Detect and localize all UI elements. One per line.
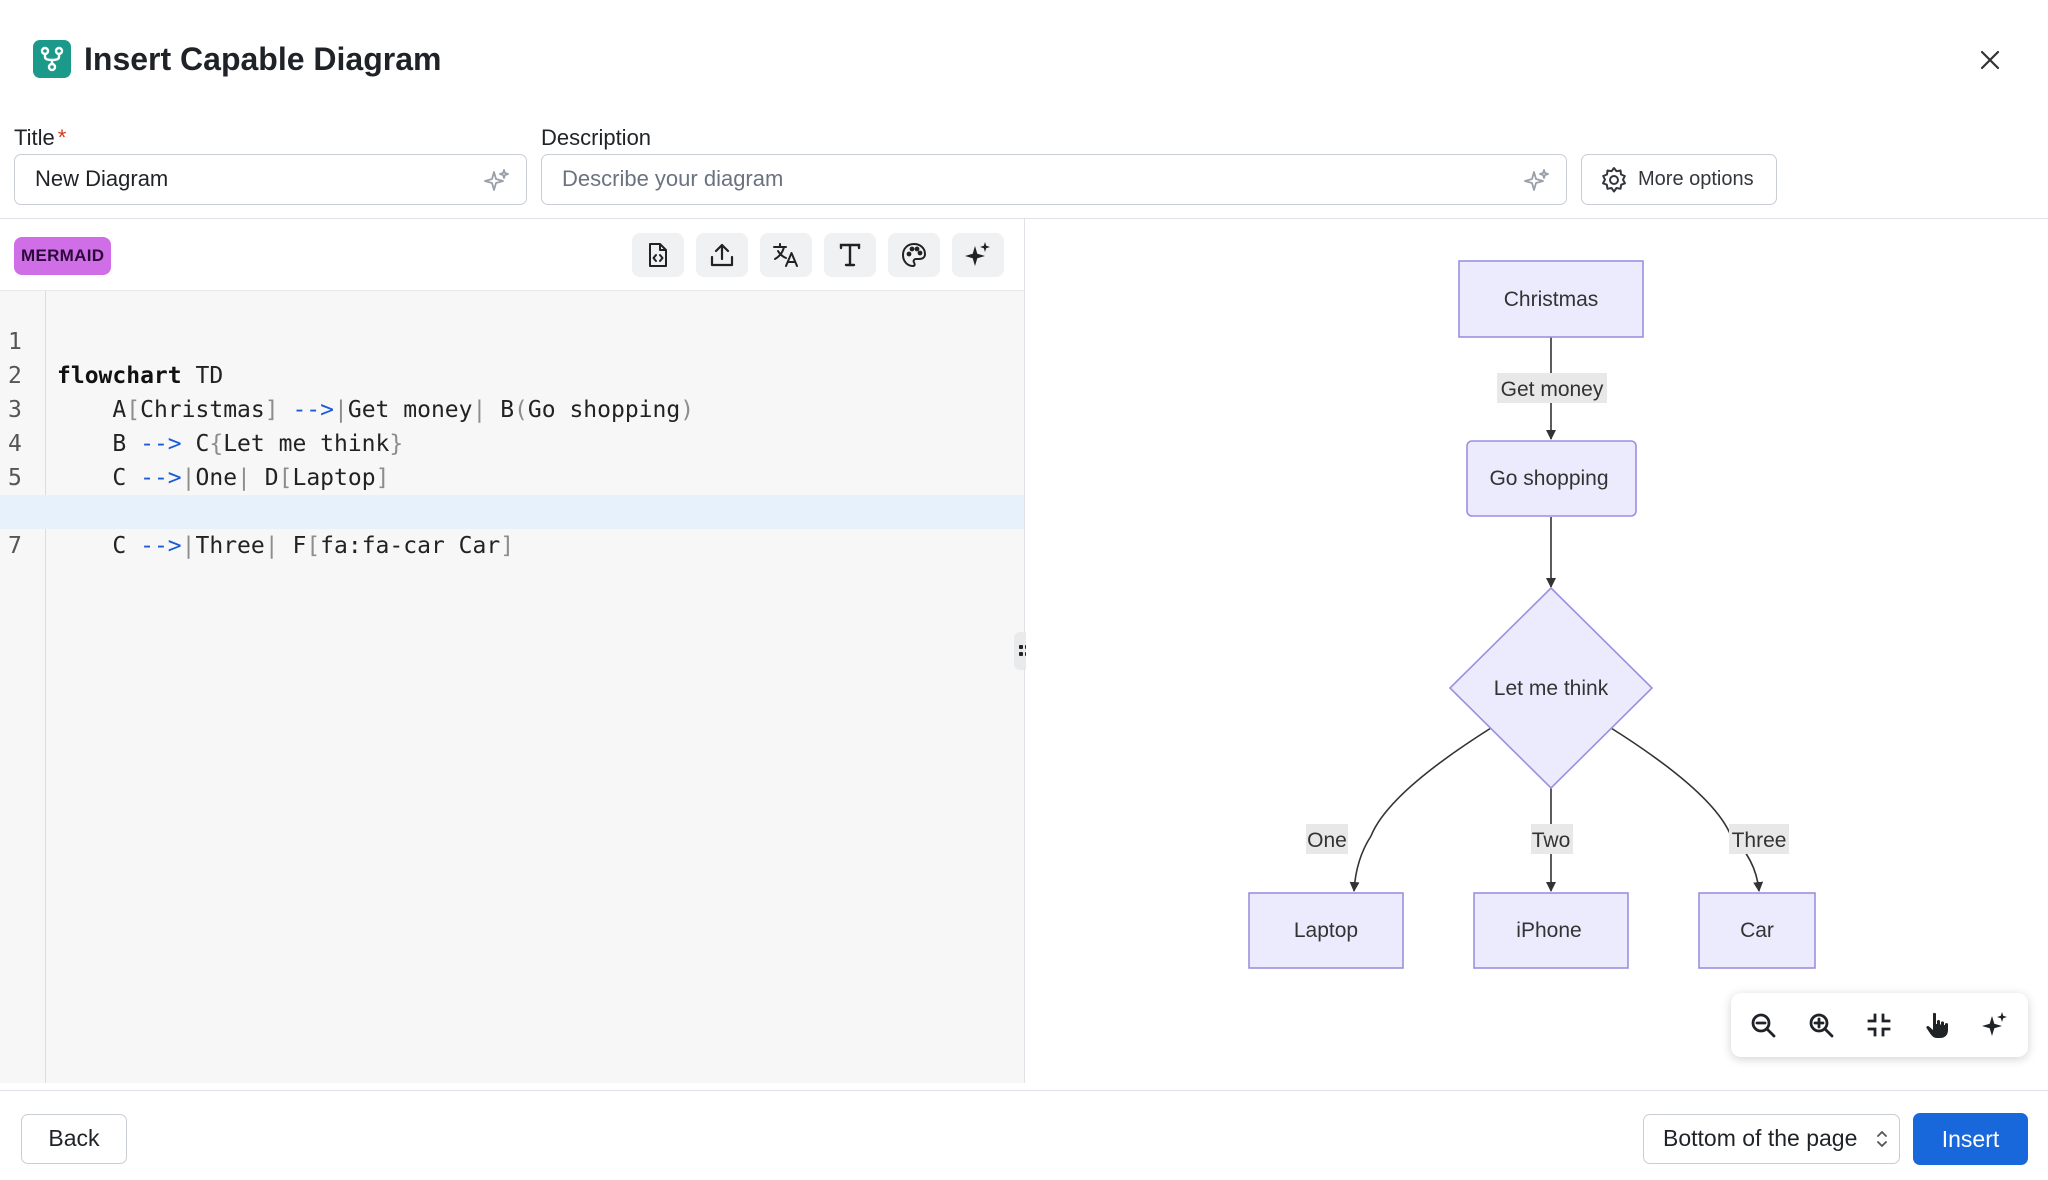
edge-label-get-money: Get money [1497,373,1607,403]
edge-think-car [1610,727,1764,892]
ai-sparkles-icon [1982,1012,2007,1036]
svg-text:Two: Two [1532,829,1571,852]
code-line: 2 A[Christmas] -->|Get money| B(Go shopp… [0,325,1024,423]
code-editor-panel: MERMAID 1 flowchart TD 2 A[Christmas] --… [0,219,1025,1083]
edge-label-two: Two [1531,824,1573,854]
node-go-shopping[interactable]: Go shopping [1466,440,1637,517]
title-label: Title * [14,125,67,150]
translate-icon [773,243,798,267]
zoom-out-icon [1751,1013,1776,1038]
zoom-in-icon [1809,1013,1834,1038]
upload-icon [710,243,734,267]
insert-position-value: Bottom of the page [1663,1125,1858,1151]
code-line-active: 7 [0,495,1024,559]
ai-generate-button[interactable] [952,233,1004,277]
text-icon [839,243,861,267]
editor-toolbar: MERMAID [0,219,1024,291]
ai-suggest-icon[interactable] [484,168,510,194]
description-label: Description [541,125,652,150]
fit-screen-icon [1867,1013,1891,1037]
diagram-app-icon [33,40,71,78]
zoom-in-button[interactable] [1799,1003,1843,1047]
node-car[interactable]: Car [1698,892,1816,969]
description-placeholder: Describe your diagram [562,166,784,191]
node-laptop[interactable]: Laptop [1248,892,1404,969]
back-button[interactable]: Back [21,1114,127,1164]
text-style-button[interactable] [824,233,876,277]
close-icon [1980,50,2000,70]
theme-button[interactable] [888,233,940,277]
pan-button[interactable] [1915,1003,1959,1047]
insert-button[interactable]: Insert [1913,1113,2028,1165]
footer-divider [0,1090,2048,1091]
upload-button[interactable] [696,233,748,277]
node-iphone[interactable]: iPhone [1473,892,1629,969]
svg-text:Three: Three [1732,829,1787,852]
svg-text:Laptop: Laptop [1294,919,1358,942]
dialog-title: Insert Capable Diagram [84,41,442,77]
close-button[interactable] [1972,42,2008,78]
language-badge: MERMAID [14,237,112,275]
code-line: 5 C -->|Two| E[iPhone] [0,427,1024,525]
code-file-button[interactable] [632,233,684,277]
node-christmas[interactable]: Christmas [1458,260,1644,338]
zoom-toolbar [1731,993,2028,1057]
edge-think-laptop [1349,727,1492,892]
svg-text:Let me think: Let me think [1494,677,1609,700]
diagram-preview-panel: Get money One Two Three Christmas Go sho… [1026,219,2048,1083]
chevron-up-down-icon [1877,1131,1887,1147]
required-mark: * [57,125,67,150]
zoom-out-button[interactable] [1741,1003,1785,1047]
code-file-icon [649,243,667,267]
pan-hand-icon [1926,1012,1948,1038]
description-input[interactable]: Describe your diagram [541,154,1567,205]
more-options-label: More options [1638,168,1754,190]
ai-assist-button[interactable] [1973,1003,2017,1047]
svg-text:iPhone: iPhone [1516,919,1581,942]
translate-button[interactable] [760,233,812,277]
flowchart-diagram[interactable]: Get money One Two Three Christmas Go sho… [1026,219,2048,1083]
title-input-value: New Diagram [35,166,169,191]
dialog-header: Insert Capable Diagram [0,0,2048,118]
edge-label-three: Three [1729,824,1789,854]
more-options-button[interactable]: More options [1581,154,1777,205]
line-number: 7 [8,533,22,559]
node-let-me-think[interactable]: Let me think [1448,586,1654,790]
svg-text:Car: Car [1740,919,1774,942]
fit-screen-button[interactable] [1857,1003,1901,1047]
edge-label-one: One [1306,824,1348,854]
svg-text:Get money: Get money [1501,378,1604,401]
code-line: 1 flowchart TD [0,291,1024,389]
sparkles-icon [965,242,990,266]
code-editor[interactable]: 1 flowchart TD 2 A[Christmas] -->|Get mo… [0,291,1024,1083]
title-input[interactable]: New Diagram [14,154,527,205]
svg-text:One: One [1307,829,1347,852]
code-line: 3 B --> C{Let me think} [0,359,1024,457]
code-line: 4 C -->|One| D[Laptop] [0,393,1024,491]
ai-suggest-icon[interactable] [1524,168,1550,194]
svg-text:Go shopping: Go shopping [1489,467,1608,490]
svg-text:Christmas: Christmas [1504,288,1599,311]
insert-position-select[interactable]: Bottom of the page [1643,1114,1900,1164]
gear-icon [1602,166,1626,192]
code-line: 6 C -->|Three| F[fa:fa-car Car] [0,461,1024,559]
palette-icon [901,242,927,268]
